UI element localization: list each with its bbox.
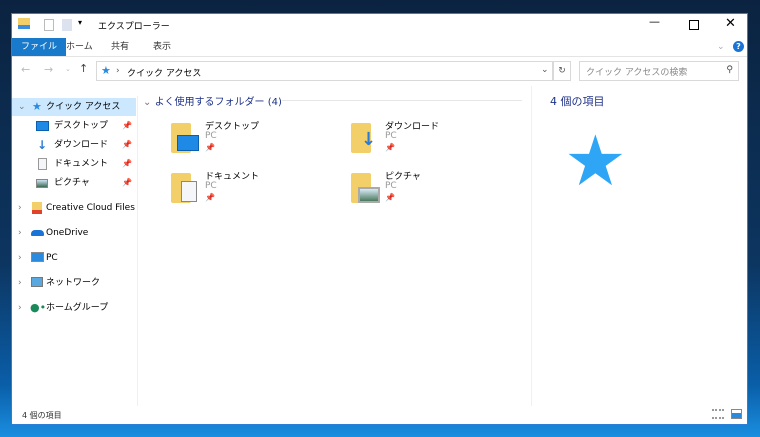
nav-creative-cloud-files[interactable]: › Creative Cloud Files (12, 199, 136, 217)
up-icon[interactable]: ↑ (79, 62, 88, 75)
nav-label: ピクチャ (54, 178, 90, 188)
folder-tile-pictures[interactable]: ピクチャ PC 📌 (351, 169, 521, 213)
breadcrumb-quick-access[interactable]: クイック アクセス (127, 66, 201, 79)
creative-cloud-icon (32, 202, 42, 214)
pc-icon (31, 252, 44, 262)
chevron-right-icon[interactable]: › (18, 249, 22, 267)
breadcrumb-separator-icon: › (116, 66, 120, 76)
expand-ribbon-icon[interactable]: ⌄ (717, 42, 725, 52)
quick-access-large-star-icon: ★ (564, 120, 627, 202)
nav-item-desktop[interactable]: デスクトップ 📌 (12, 117, 136, 135)
folder-tile-desktop[interactable]: デスクトップ PC 📌 (171, 119, 341, 163)
pin-icon[interactable]: 📌 (122, 117, 132, 135)
nav-label: ドキュメント (54, 159, 109, 169)
details-view-icon[interactable] (712, 409, 724, 419)
tab-share[interactable]: 共有 (102, 38, 138, 56)
window-title: エクスプローラー (98, 22, 170, 32)
breadcrumb-chevron-icon[interactable]: › (194, 66, 198, 76)
nav-label: クイック アクセス (46, 102, 121, 112)
folder-location: PC (385, 131, 397, 141)
minimize-icon[interactable]: — (649, 15, 660, 28)
address-bar[interactable]: ★ › クイック アクセス › ⌄ (96, 61, 553, 81)
pin-icon[interactable]: 📌 (385, 143, 395, 152)
navigation-pane: ⌄ ★ クイック アクセス デスクトップ 📌 ↓ ダウンロード 📌 ドキュメント… (12, 96, 137, 406)
nav-label: ホームグループ (46, 303, 109, 313)
pin-icon[interactable]: 📌 (205, 193, 215, 202)
star-icon: ★ (32, 100, 42, 113)
folder-pictures-icon (351, 173, 380, 203)
status-item-count: 4 個の項目 (22, 411, 62, 420)
homegroup-icon: ●• (30, 301, 47, 314)
folder-documents-icon (171, 173, 197, 203)
nav-item-pictures[interactable]: ピクチャ 📌 (12, 174, 136, 192)
back-icon[interactable]: ← (21, 63, 30, 76)
pictures-icon (36, 179, 48, 188)
folder-tile-downloads[interactable]: ↓ ダウンロード PC 📌 (351, 119, 521, 163)
chevron-right-icon[interactable]: › (18, 199, 22, 217)
nav-label: デスクトップ (54, 121, 109, 131)
nav-pc[interactable]: › PC (12, 249, 136, 267)
search-placeholder: クイック アクセスの検索 (586, 68, 688, 78)
nav-item-documents[interactable]: ドキュメント 📌 (12, 155, 136, 173)
pin-icon[interactable]: 📌 (122, 155, 132, 173)
nav-onedrive[interactable]: › OneDrive (12, 224, 136, 242)
tab-home[interactable]: ホーム (57, 38, 102, 56)
chevron-down-icon[interactable]: ⌄ (143, 97, 155, 108)
address-history-icon[interactable]: ⌄ (541, 65, 549, 75)
folder-location: PC (205, 131, 217, 141)
network-icon (31, 277, 43, 287)
refresh-icon[interactable]: ↻ (553, 61, 571, 81)
close-icon[interactable]: ✕ (725, 16, 736, 31)
nav-label: ネットワーク (46, 278, 101, 288)
onedrive-icon (31, 230, 44, 236)
large-icons-view-icon[interactable] (731, 409, 742, 419)
nav-network[interactable]: › ネットワーク (12, 274, 136, 292)
section-title: よく使用するフォルダー (4) (154, 97, 282, 108)
search-icon: ⚲ (726, 65, 733, 75)
chevron-right-icon[interactable]: › (18, 224, 22, 242)
chevron-right-icon[interactable]: › (18, 274, 22, 292)
pin-icon[interactable]: 📌 (205, 143, 215, 152)
customize-toolbar-icon[interactable]: ▾ (78, 18, 82, 27)
nav-label: OneDrive (46, 228, 89, 238)
pin-icon[interactable]: 📌 (385, 193, 395, 202)
new-folder-icon[interactable] (62, 19, 72, 31)
quick-access-star-icon: ★ (101, 64, 111, 77)
recent-locations-icon[interactable]: ⌄ (65, 65, 71, 73)
tab-view[interactable]: 表示 (144, 38, 180, 56)
nav-homegroup[interactable]: › ●• ホームグループ (12, 299, 136, 317)
download-icon: ↓ (37, 138, 48, 152)
folder-location: PC (385, 181, 397, 191)
nav-quick-access[interactable]: ⌄ ★ クイック アクセス (12, 98, 136, 116)
folder-desktop-icon (171, 123, 199, 153)
folder-downloads-icon: ↓ (351, 123, 376, 153)
desktop-icon (36, 121, 49, 131)
help-icon[interactable]: ? (733, 41, 744, 52)
pin-icon[interactable]: 📌 (122, 136, 132, 154)
nav-item-downloads[interactable]: ↓ ダウンロード 📌 (12, 136, 136, 154)
maximize-icon[interactable] (689, 20, 699, 30)
nav-label: PC (46, 253, 58, 263)
folder-icon (18, 18, 30, 29)
section-frequent-folders[interactable]: ⌄ よく使用するフォルダー (4) (143, 93, 282, 108)
chevron-down-icon[interactable]: ⌄ (18, 98, 26, 116)
chevron-right-icon[interactable]: › (18, 299, 22, 317)
nav-label: ダウンロード (54, 140, 109, 150)
explorer-window: ▾ エクスプローラー — ✕ ファイル ホーム 共有 表示 ⌄ ? ← → ⌄ … (11, 13, 748, 425)
document-icon (38, 158, 47, 170)
pin-icon[interactable]: 📌 (122, 174, 132, 192)
nav-label: Creative Cloud Files (46, 203, 135, 213)
search-input[interactable]: クイック アクセスの検索 ⚲ (579, 61, 739, 81)
folder-location: PC (205, 181, 217, 191)
properties-icon[interactable] (44, 19, 54, 31)
details-count: 4 個の項目 (550, 95, 605, 108)
folder-tile-documents[interactable]: ドキュメント PC 📌 (171, 169, 341, 213)
forward-icon[interactable]: → (44, 63, 53, 76)
